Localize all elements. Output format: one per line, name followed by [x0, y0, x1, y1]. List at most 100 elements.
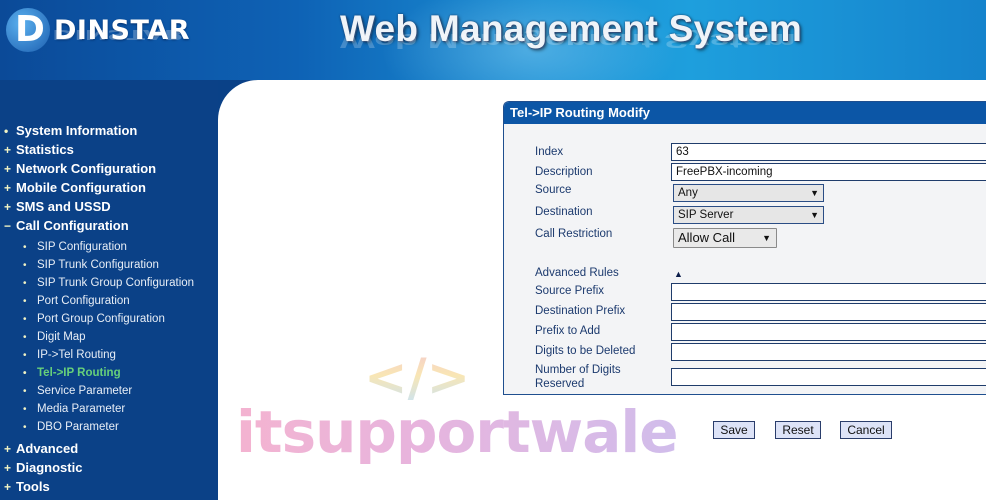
destination-prefix-input[interactable]	[671, 303, 986, 321]
call-restriction-label: Call Restriction	[535, 228, 613, 240]
dropdown-arrow-icon: ▼	[762, 233, 771, 243]
bullet-icon: •	[23, 295, 27, 307]
subnav-label: IP->Tel Routing	[37, 349, 116, 361]
expand-plus-icon: +	[4, 479, 12, 494]
subnav-label: Tel->IP Routing	[37, 367, 121, 379]
bullet-icon: •	[23, 331, 27, 343]
nav-system-information[interactable]: • System Information	[4, 121, 194, 140]
digits-reserved-input[interactable]	[671, 368, 986, 386]
subnav-sip-trunk-group-configuration[interactable]: • SIP Trunk Group Configuration	[4, 274, 194, 292]
source-select[interactable]: Any ▼	[673, 184, 824, 202]
reset-button[interactable]: Reset	[775, 421, 821, 439]
nav-statistics[interactable]: + Statistics	[4, 140, 194, 159]
expand-plus-icon: +	[4, 142, 12, 157]
subnav-sip-configuration[interactable]: • SIP Configuration	[4, 238, 194, 256]
expand-plus-icon: +	[4, 180, 12, 195]
nav-diagnostic[interactable]: + Diagnostic	[4, 458, 194, 477]
cancel-button[interactable]: Cancel	[840, 421, 892, 439]
subnav-media-parameter[interactable]: • Media Parameter	[4, 400, 194, 418]
subnav-label: SIP Configuration	[37, 241, 127, 253]
source-selected-value: Any	[678, 187, 698, 199]
logo-mark-icon: D	[6, 8, 50, 52]
bullet-icon: •	[23, 385, 27, 397]
panel-title: Tel->IP Routing Modify	[504, 102, 986, 124]
dropdown-arrow-icon: ▼	[810, 188, 819, 198]
subnav-label: DBO Parameter	[37, 421, 119, 433]
nav-label: Mobile Configuration	[16, 180, 146, 195]
subnav-port-configuration[interactable]: • Port Configuration	[4, 292, 194, 310]
expand-plus-icon: +	[4, 460, 12, 475]
nav-label: Statistics	[16, 142, 74, 157]
destination-selected-value: SIP Server	[678, 209, 734, 221]
digits-reserved-label-line2: Reserved	[535, 378, 585, 390]
bullet-icon: •	[23, 421, 27, 433]
save-button[interactable]: Save	[713, 421, 755, 439]
subnav-label: Service Parameter	[37, 385, 133, 397]
nav-label: Diagnostic	[16, 460, 83, 475]
nav-sms-and-ussd[interactable]: + SMS and USSD	[4, 197, 194, 216]
expand-plus-icon: +	[4, 441, 12, 456]
nav-label: Advanced	[16, 441, 79, 456]
subnav-label: SIP Trunk Configuration	[37, 259, 159, 271]
subnav-sip-trunk-configuration[interactable]: • SIP Trunk Configuration	[4, 256, 194, 274]
bullet-icon: •	[23, 313, 27, 325]
dropdown-arrow-icon: ▼	[810, 210, 819, 220]
index-input[interactable]: 63	[671, 143, 986, 161]
call-restriction-select[interactable]: Allow Call ▼	[673, 228, 777, 248]
sidebar: • System Information + Statistics + Network…	[0, 80, 218, 500]
routing-modify-panel: Tel->IP Routing Modify Index 63 Descript…	[503, 101, 986, 395]
bullet-icon: •	[23, 349, 27, 361]
nav-mobile-configuration[interactable]: + Mobile Configuration	[4, 178, 194, 197]
nav-label: Network Configuration	[16, 161, 157, 176]
destination-prefix-label: Destination Prefix	[535, 305, 626, 317]
bullet-icon: •	[23, 367, 27, 379]
advanced-rules-label: Advanced Rules	[535, 267, 619, 279]
sidebar-nav: • System Information + Statistics + Network…	[4, 121, 194, 496]
subnav-ip-tel-routing[interactable]: • IP->Tel Routing	[4, 346, 194, 364]
digits-deleted-input[interactable]	[671, 343, 986, 361]
nav-label: SMS and USSD	[16, 199, 111, 214]
brand-reflection: DINSTAR	[52, 26, 185, 43]
source-label: Source	[535, 184, 572, 196]
collapse-minus-icon: −	[4, 218, 12, 233]
nav-tools[interactable]: + Tools	[4, 477, 194, 496]
subnav-label: Port Configuration	[37, 295, 130, 307]
prefix-to-add-label: Prefix to Add	[535, 325, 601, 337]
nav-network-configuration[interactable]: + Network Configuration	[4, 159, 194, 178]
subnav-label: Digit Map	[37, 331, 86, 343]
nav-advanced[interactable]: + Advanced	[4, 439, 194, 458]
subnav-port-group-configuration[interactable]: • Port Group Configuration	[4, 310, 194, 328]
subnav-service-parameter[interactable]: • Service Parameter	[4, 382, 194, 400]
source-prefix-label: Source Prefix	[535, 285, 605, 297]
description-input[interactable]: FreePBX-incoming	[671, 163, 986, 181]
digits-reserved-label-line1: Number of Digits	[535, 364, 621, 376]
bullet-icon: •	[23, 259, 27, 271]
bullet-icon: •	[23, 277, 27, 289]
subnav-tel-ip-routing[interactable]: • Tel->IP Routing	[4, 364, 194, 382]
nav-label: Tools	[16, 479, 50, 494]
nav-label: Call Configuration	[16, 218, 129, 233]
nav-call-configuration[interactable]: − Call Configuration	[4, 216, 194, 235]
digits-deleted-label: Digits to be Deleted	[535, 345, 636, 357]
destination-label: Destination	[535, 206, 593, 218]
bullet-icon: •	[23, 241, 27, 253]
description-label: Description	[535, 166, 593, 178]
nav-label: System Information	[16, 123, 138, 138]
expand-plus-icon: +	[4, 161, 12, 176]
header-banner: D DINSTAR DINSTAR Web Management System …	[0, 0, 986, 80]
logo-mark-letter: D	[15, 9, 45, 50]
source-prefix-input[interactable]	[671, 283, 986, 301]
collapse-triangle-icon[interactable]: ▲	[674, 269, 683, 279]
expand-plus-icon: +	[4, 199, 12, 214]
system-title-reflection: Web Management System	[340, 29, 796, 52]
destination-select[interactable]: SIP Server ▼	[673, 206, 824, 224]
prefix-to-add-input[interactable]	[671, 323, 986, 341]
bullet-icon: •	[4, 123, 9, 138]
call-restriction-selected-value: Allow Call	[678, 230, 736, 245]
index-label: Index	[535, 146, 564, 158]
subnav-digit-map[interactable]: • Digit Map	[4, 328, 194, 346]
subnav-label: Media Parameter	[37, 403, 126, 415]
subnav-dbo-parameter[interactable]: • DBO Parameter	[4, 418, 194, 436]
bullet-icon: •	[23, 403, 27, 415]
digits-reserved-label: Number of Digits Reserved	[535, 363, 621, 391]
